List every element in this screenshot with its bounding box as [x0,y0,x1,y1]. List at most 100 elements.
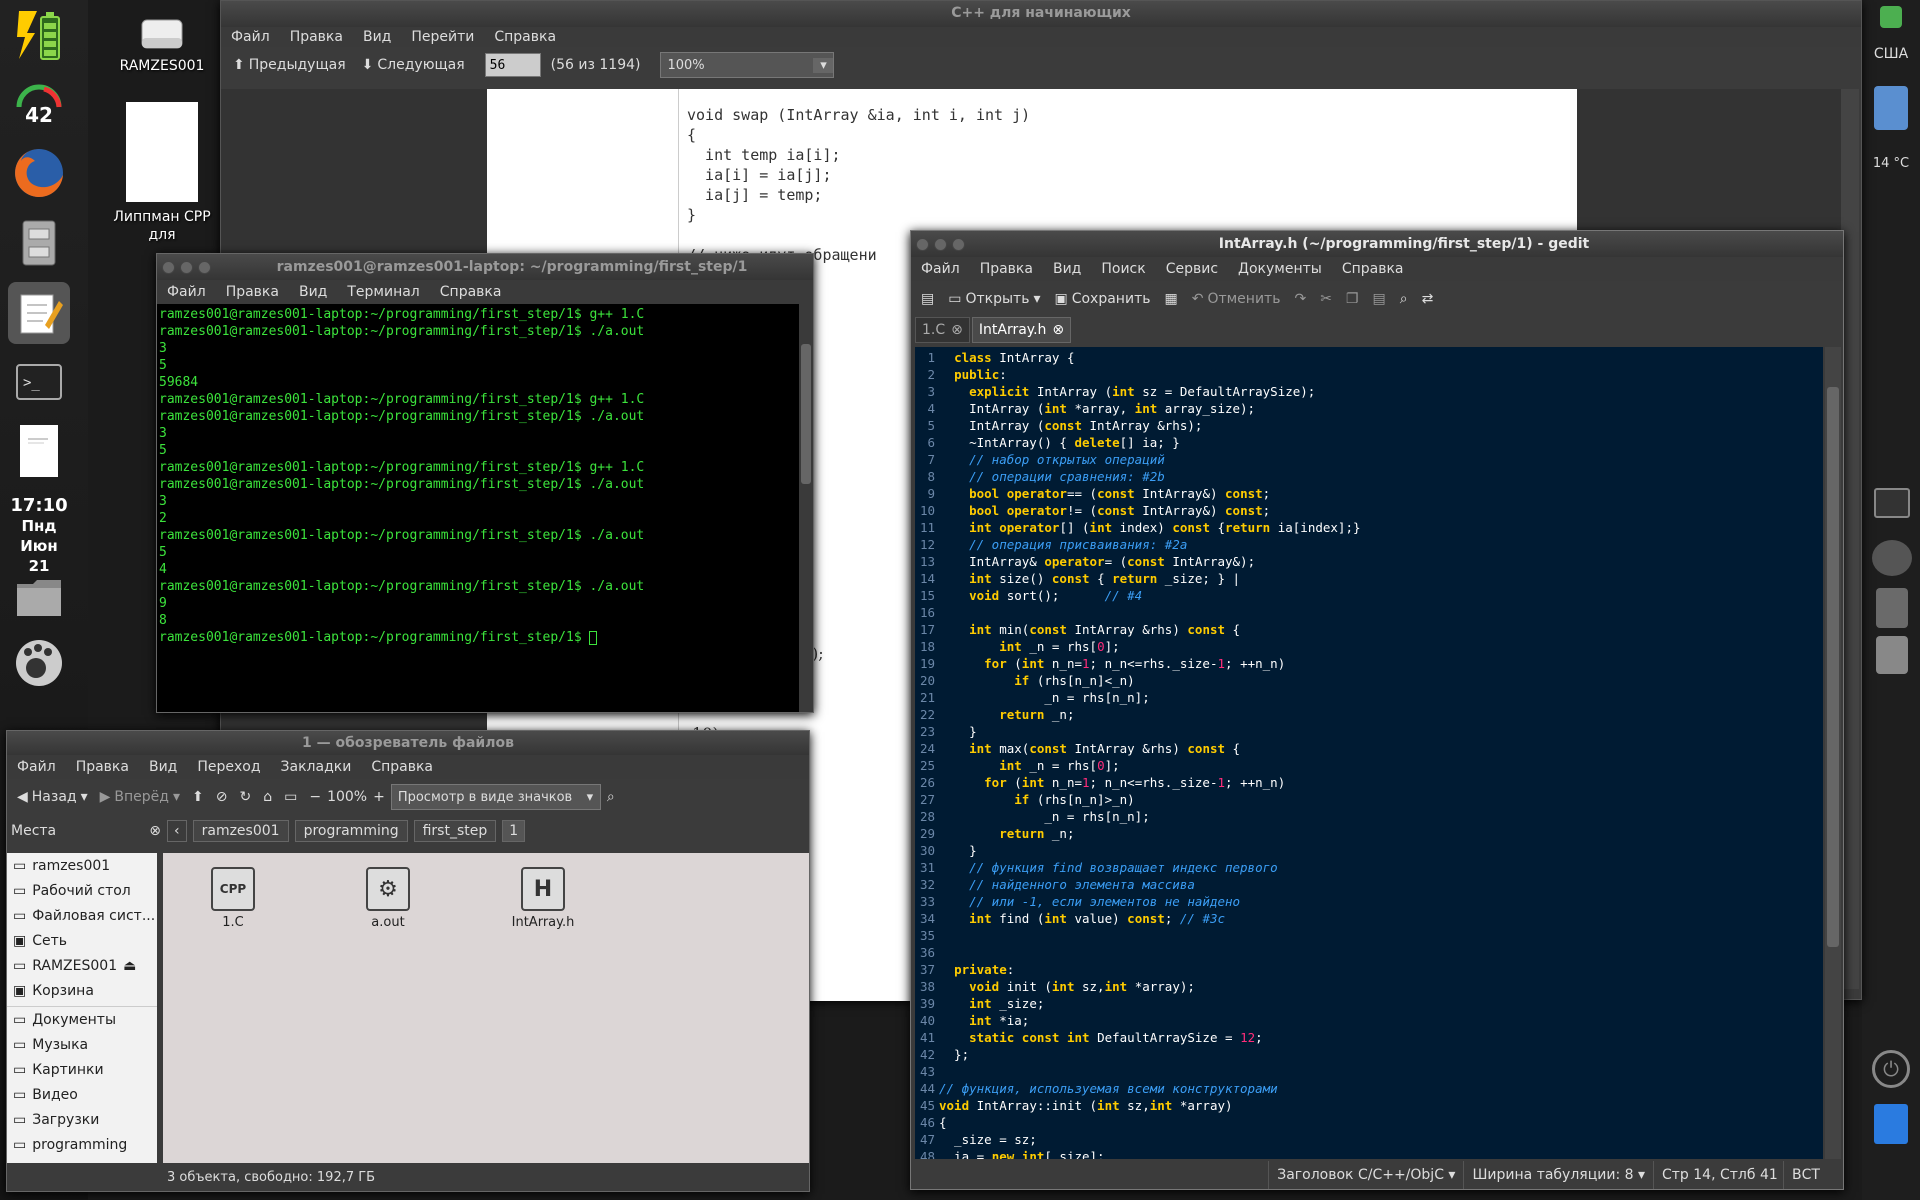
breadcrumb-item[interactable]: programming [294,820,408,842]
menu-item[interactable]: Закладки [271,759,362,775]
desktop-icon-drive[interactable]: RAMZES001 [112,14,212,74]
menu-item[interactable]: Справка [1332,261,1414,277]
open-button[interactable]: ▭ Открыть ▾ [942,284,1046,314]
places-selector[interactable]: Места ⊗ [11,823,161,839]
firefox-icon[interactable] [8,142,70,204]
tab-intarray-h[interactable]: IntArray.h ⊗ [971,317,1072,343]
sidebar-item-ramzes001[interactable]: ▭ RAMZES001 ⏏ [7,953,157,978]
language-selector[interactable]: Заголовок C/C++/ObjC ▾ [1268,1161,1463,1189]
trash-icon[interactable] [1874,1104,1908,1144]
zoom-select[interactable]: 100% ▾ [660,52,835,78]
desktop-icon-pdf[interactable]: Липпман CPP для начинающих.pdf [104,102,220,244]
previous-page-button[interactable]: ⬆ Предыдущая [227,50,352,80]
menu-item[interactable]: Файл [911,261,970,277]
menu-item[interactable]: Терминал [337,284,429,300]
editor-scrollbar[interactable] [1825,347,1841,1159]
redo-button[interactable]: ↷ [1288,284,1312,314]
find-button[interactable]: ⌕ [1394,284,1414,314]
sidebar-item-filesystem[interactable]: ▭ Файловая сист... [7,903,157,928]
save-button[interactable]: ▣ Сохранить [1048,284,1156,314]
breadcrumb-item[interactable]: ramzes001 [192,820,289,842]
monitor-icon[interactable] [1874,488,1910,518]
forward-button[interactable]: ▶ Вперёд ▾ [94,782,186,812]
sidebar-item-documents[interactable]: ▭ Документы [7,1007,157,1032]
copy-button[interactable]: ❐ [1340,284,1365,314]
breadcrumb-item[interactable]: first_step [413,820,497,842]
sidebar-item-desktop[interactable]: ▭ Рабочий стол [7,878,157,903]
cut-button[interactable]: ✂ [1314,284,1338,314]
computer-button[interactable]: ▭ [278,782,303,812]
file-cabinet-icon[interactable] [8,212,70,274]
eject-icon[interactable]: ⏏ [123,958,136,974]
tab-1c[interactable]: 1.C ⊗ [915,317,970,343]
sidebar-item-trash[interactable]: ▣ Корзина [7,978,157,1003]
sidebar-item-programming[interactable]: ▭ programming [7,1132,157,1157]
code-editor[interactable]: 1 class IntArray {2 public: 3 explicit In… [915,347,1823,1159]
sidebar-item-downloads[interactable]: ▭ Загрузки [7,1107,157,1132]
file-item[interactable]: ⚙ a.out [348,867,428,930]
minimize-button[interactable] [934,237,947,251]
search-button[interactable]: ⌕ [601,782,621,812]
battery-icon[interactable] [8,4,70,66]
sidebar-item-pictures[interactable]: ▭ Картинки [7,1057,157,1082]
gnome-foot-icon[interactable] [8,632,70,694]
cpu-gauge-icon[interactable]: 42 [8,72,70,134]
menu-item[interactable]: Поиск [1091,261,1155,277]
tab-width-selector[interactable]: Ширина табуляции: 8 ▾ [1463,1161,1653,1189]
document-thumbnail-icon[interactable] [8,420,70,482]
menu-item[interactable]: Правка [216,284,289,300]
file-item[interactable]: H IntArray.h [493,867,593,930]
menu-item[interactable]: Справка [361,759,443,775]
text-editor-icon[interactable] [8,282,70,344]
terminal-titlebar[interactable]: ramzes001@ramzes001-laptop: ~/programmin… [157,254,813,280]
close-button[interactable] [162,260,175,274]
menu-item[interactable]: Переход [187,759,270,775]
up-button[interactable]: ⬆ [186,782,210,812]
terminal-output[interactable]: ramzes001@ramzes001-laptop:~/programming… [157,304,799,712]
file-item[interactable]: CPP 1.C [193,867,273,930]
folder-icon[interactable] [8,566,70,628]
menu-item[interactable]: Файл [221,29,280,45]
terminal-scrollbar[interactable] [799,304,813,712]
sidebar-item-videos[interactable]: ▭ Видео [7,1082,157,1107]
menu-item[interactable]: Справка [484,29,566,45]
menu-item[interactable]: Справка [430,284,512,300]
print-button[interactable]: ▦ [1158,284,1183,314]
usb-drive-icon[interactable] [1876,636,1908,674]
menu-item[interactable]: Документы [1228,261,1332,277]
close-icon[interactable]: ⊗ [149,823,161,839]
minimize-button[interactable] [180,260,193,274]
document-viewer-icon[interactable] [1876,588,1908,628]
menu-item[interactable]: Вид [289,284,337,300]
close-button[interactable] [916,237,929,251]
window-title[interactable]: C++ для начинающих [221,1,1861,27]
home-button[interactable]: ⌂ [257,782,278,812]
update-notifier-icon[interactable] [1880,6,1902,28]
maximize-button[interactable] [952,237,965,251]
weather-icon[interactable] [1874,86,1908,130]
back-button[interactable]: ◀ Назад ▾ [11,782,94,812]
menu-item[interactable]: Вид [353,29,401,45]
menu-item[interactable]: Файл [157,284,216,300]
undo-button[interactable]: ↶ Отменить [1186,284,1287,314]
menu-item[interactable]: Правка [280,29,353,45]
power-icon[interactable]: ⏻ [1872,1050,1910,1088]
menu-item[interactable]: Сервис [1156,261,1228,277]
breadcrumb-left-button[interactable]: ‹ [167,820,187,842]
breadcrumb-item[interactable]: 1 [502,820,526,842]
zoom-out-button[interactable]: − [303,782,327,812]
page-number-input[interactable] [484,53,541,77]
close-tab-icon[interactable]: ⊗ [1052,322,1064,338]
next-page-button[interactable]: ⬇ Следующая [356,50,471,80]
keyboard-layout[interactable]: США [1862,46,1920,62]
maximize-button[interactable] [198,260,211,274]
view-mode-select[interactable]: Просмотр в виде значков ▾ [390,784,601,810]
sidebar-item-home[interactable]: ▭ ramzes001 [7,853,157,878]
terminal-icon[interactable]: >_ [8,352,70,414]
zoom-in-button[interactable]: + [367,782,391,812]
stop-button[interactable]: ⊘ [210,782,234,812]
sidebar-item-network[interactable]: ▣ Сеть [7,928,157,953]
menu-item[interactable]: Перейти [401,29,484,45]
new-document-button[interactable]: ▤ [915,284,940,314]
close-tab-icon[interactable]: ⊗ [951,322,963,338]
